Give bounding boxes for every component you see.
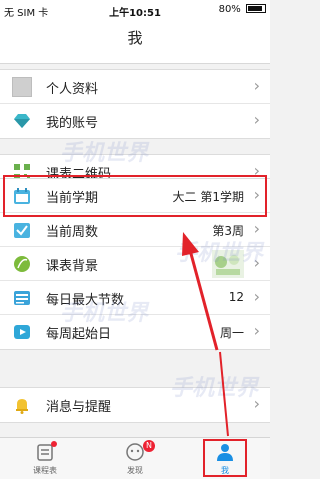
new-badge: N xyxy=(143,440,155,452)
tab-discover[interactable]: N 发现 xyxy=(90,438,180,479)
highlight-box xyxy=(203,439,247,477)
tab-schedule[interactable]: 课程表 xyxy=(0,438,90,479)
discover-icon xyxy=(126,443,144,461)
annotation-arrow xyxy=(182,232,229,437)
tab-label: 发现 xyxy=(127,466,143,475)
notification-dot xyxy=(51,441,57,447)
tab-label: 课程表 xyxy=(33,466,57,475)
